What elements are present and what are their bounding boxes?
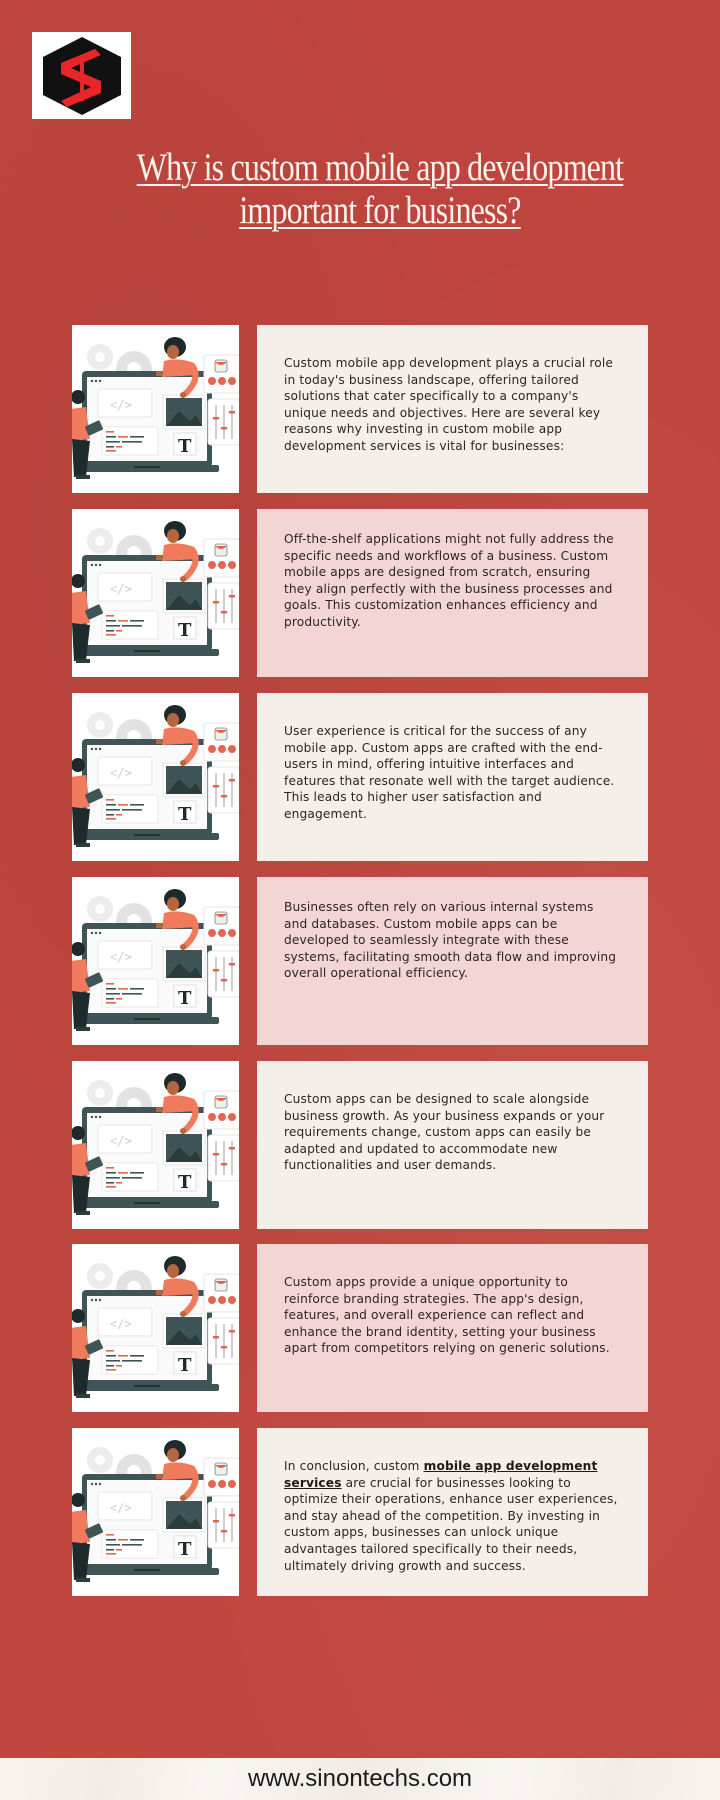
section-row: Businesses often rely on various interna…	[72, 877, 648, 1045]
website-link[interactable]: www.sinontechs.com	[0, 1765, 720, 1793]
section-row: User experience is critical for the succ…	[72, 693, 648, 861]
conclusion-text-before: In conclusion, custom	[284, 1459, 424, 1473]
section-text: User experience is critical for the succ…	[284, 724, 615, 821]
section-card: User experience is critical for the succ…	[257, 693, 648, 861]
section-row: Off-the-shelf applications might not ful…	[72, 509, 648, 677]
section-text: Custom apps can be designed to scale alo…	[284, 1092, 605, 1173]
web-development-illustration-icon	[72, 877, 239, 1045]
web-development-illustration-icon	[72, 1061, 239, 1229]
section-card: Custom mobile app development plays a cr…	[257, 325, 648, 493]
web-development-illustration-icon	[72, 1244, 239, 1412]
web-development-illustration-icon	[72, 1428, 239, 1596]
web-development-illustration-icon	[72, 509, 239, 677]
hexagon-s-logo-icon	[42, 36, 121, 115]
section-card: Off-the-shelf applications might not ful…	[257, 509, 648, 677]
section-row: Custom apps provide a unique opportunity…	[72, 1244, 648, 1412]
web-development-illustration-icon	[72, 325, 239, 493]
conclusion-text-after: are crucial for businesses looking to op…	[284, 1475, 618, 1573]
section-text: Businesses often rely on various interna…	[284, 900, 617, 981]
section-row: Custom mobile app development plays a cr…	[72, 325, 648, 493]
section-text: Custom apps provide a unique opportunity…	[284, 1275, 610, 1356]
section-text: Custom mobile app development plays a cr…	[284, 356, 614, 453]
footer: www.sinontechs.com	[0, 1758, 720, 1800]
web-development-illustration-icon	[72, 693, 239, 861]
conclusion-card: In conclusion, custom mobile app develop…	[257, 1428, 648, 1596]
section-card: Custom apps provide a unique opportunity…	[257, 1244, 648, 1412]
page-title: Why is custom mobile app development imp…	[136, 146, 624, 232]
sinontechs-logo[interactable]	[32, 32, 131, 119]
section-row: Custom apps can be designed to scale alo…	[72, 1061, 648, 1229]
section-text: Off-the-shelf applications might not ful…	[284, 532, 614, 629]
section-card: Businesses often rely on various interna…	[257, 877, 648, 1045]
section-card: Custom apps can be designed to scale alo…	[257, 1061, 648, 1229]
section-row: In conclusion, custom mobile app develop…	[72, 1428, 648, 1596]
